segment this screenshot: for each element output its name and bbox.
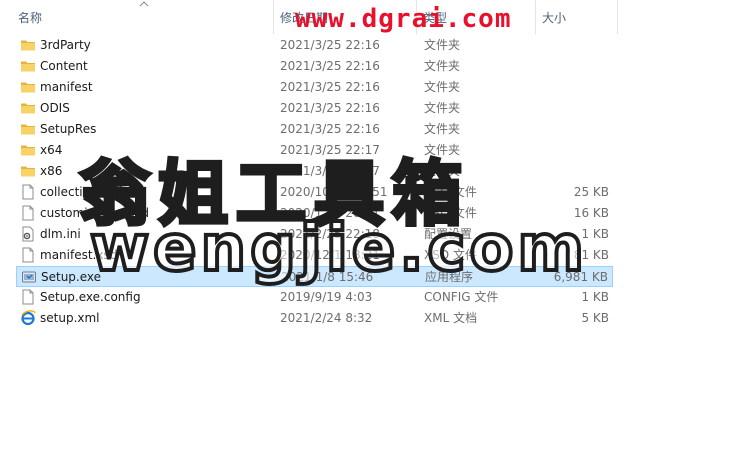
folder-icon [20,79,36,95]
file-name: SetupRes [40,122,97,136]
ie-xml-icon [20,310,36,326]
file-name: ODIS [40,101,70,115]
file-date: 2021/3/25 22:16 [280,80,380,94]
file-row[interactable]: collection.xsd 2020/10/28 22:51 XSD 文件 25 K… [16,182,613,203]
file-type: 文件夹 [424,59,461,73]
setup-exe-icon [21,269,37,285]
file-type: CONFIG 文件 [424,290,499,304]
file-date: 2021/3/25 22:16 [280,101,380,115]
file-row[interactable]: x86 2021/3/25 22:17 文件夹 [16,161,613,182]
file-date: 2020/12/3 20:31 [280,206,380,220]
file-name: Setup.exe.config [40,290,141,304]
file-size: 16 KB [573,206,609,220]
folder-icon [20,100,36,116]
file-row[interactable]: Content 2021/3/25 22:16 文件夹 [16,56,613,77]
column-header: 名称 修改日期 类型 大小 [0,0,735,34]
column-size-label: 大小 [542,11,567,25]
file-row[interactable]: customization.xsd 2020/12/3 20:31 XSD 文件 16… [16,203,613,224]
file-date: 2021/3/25 22:16 [280,122,380,136]
column-header-type[interactable]: 类型 [417,0,536,34]
column-header-date[interactable]: 修改日期 [274,0,417,34]
file-row[interactable]: Setup.exe.config 2019/9/19 4:03 CONFIG 文件 1… [16,287,613,308]
file-type: XSD 文件 [424,248,477,262]
file-name: manifest.xsd [40,248,118,262]
file-size: 6,981 KB [553,270,608,284]
folder-icon [20,163,36,179]
file-name: x64 [40,143,63,157]
file-type: XSD 文件 [424,185,477,199]
file-type: 配置设置 [424,227,473,241]
file-row[interactable]: ODIS 2021/3/25 22:16 文件夹 [16,98,613,119]
folder-icon [20,142,36,158]
file-type: 文件夹 [424,101,461,115]
file-icon [20,205,36,221]
file-row[interactable]: 3rdParty 2021/3/25 22:16 文件夹 [16,35,613,56]
column-date-label: 修改日期 [280,11,329,25]
file-name: dlm.ini [40,227,81,241]
file-type: 应用程序 [425,270,474,284]
file-type: XSD 文件 [424,206,477,220]
file-name: setup.xml [40,311,100,325]
file-type: 文件夹 [424,38,461,52]
file-date: 2020/10/28 22:51 [280,185,388,199]
column-header-name[interactable]: 名称 [0,0,274,34]
folder-icon [20,121,36,137]
column-header-size[interactable]: 大小 [536,0,618,34]
file-row[interactable]: SetupRes 2021/3/25 22:16 文件夹 [16,119,613,140]
file-date: 2021/3/25 22:17 [280,164,380,178]
sort-ascending-icon [139,1,149,7]
file-name: Content [40,59,88,73]
file-type: 文件夹 [424,80,461,94]
file-row[interactable]: manifest 2021/3/25 22:16 文件夹 [16,77,613,98]
file-row[interactable]: x64 2021/3/25 22:17 文件夹 [16,140,613,161]
file-icon [20,184,36,200]
file-name: collection.xsd [40,185,123,199]
file-date: 2021/2/25 22:18 [280,227,380,241]
file-name: Setup.exe [41,270,102,284]
file-size: 1 KB [581,227,609,241]
file-date: 2021/2/24 8:32 [280,311,373,325]
file-icon [20,247,36,263]
file-row[interactable]: manifest.xsd 2020/12/1 18:21 XSD 文件 81 KB [16,245,613,266]
file-date: 2019/9/19 4:03 [280,290,373,304]
file-size: 5 KB [581,311,609,325]
file-date: 2021/3/25 22:16 [280,59,380,73]
file-row[interactable]: dlm.ini 2021/2/25 22:18 配置设置 1 KB [16,224,613,245]
file-size: 25 KB [573,185,609,199]
file-type: 文件夹 [424,143,461,157]
file-date: 2021/3/25 22:17 [280,143,380,157]
file-date: 2020/12/1 18:21 [280,248,380,262]
file-date: 2021/3/25 22:16 [280,38,380,52]
column-type-label: 类型 [423,11,448,25]
file-size: 81 KB [573,248,609,262]
file-name: manifest [40,80,93,94]
settings-file-icon [20,226,36,242]
file-name: x86 [40,164,63,178]
folder-icon [20,37,36,53]
file-row[interactable]: setup.xml 2021/2/24 8:32 XML 文档 5 KB [16,308,613,329]
file-name: customization.xsd [40,206,149,220]
file-row[interactable]: Setup.exe 2021/1/8 15:46 应用程序 6,981 KB [16,266,613,287]
column-name-label: 名称 [18,11,43,25]
file-date: 2021/1/8 15:46 [281,270,374,284]
file-type: XML 文档 [424,311,478,325]
file-type: 文件夹 [424,122,461,136]
folder-icon [20,58,36,74]
file-name: 3rdParty [40,38,91,52]
file-type: 文件夹 [424,164,461,178]
file-icon [20,289,36,305]
file-size: 1 KB [581,290,609,304]
